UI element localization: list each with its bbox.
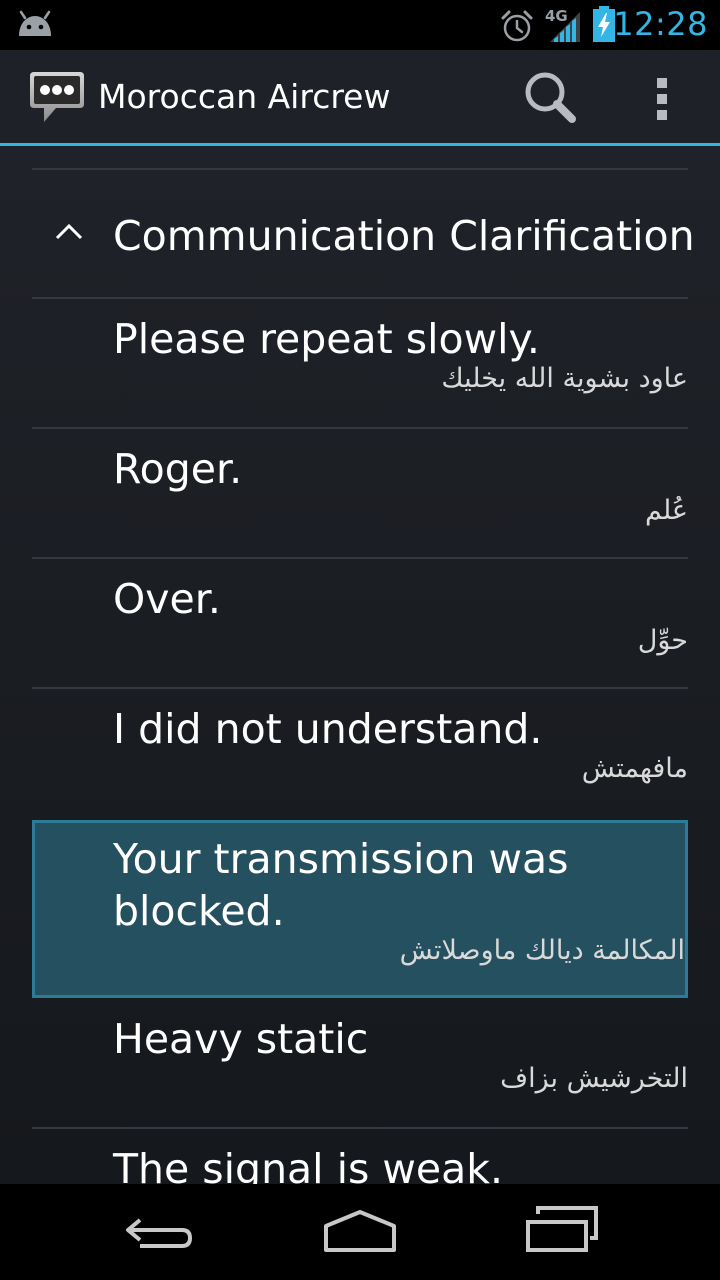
phrase-arabic: المكالمة ديالك ماوصلاتش (399, 935, 685, 966)
phrase-arabic: مافهمتش (581, 753, 688, 784)
list-item[interactable]: Heavy static التخرشيش بزاف (32, 999, 688, 1127)
phrase-arabic: عُلم (644, 495, 688, 526)
recents-icon[interactable] (522, 1200, 602, 1258)
home-icon[interactable] (318, 1204, 402, 1260)
list-item[interactable]: I did not understand. مافهمتش (32, 689, 688, 817)
phrase-english: Heavy static (113, 1015, 369, 1063)
phrase-english: Please repeat slowly. (113, 315, 540, 363)
alarm-icon (501, 10, 533, 42)
phrase-english: Roger. (113, 445, 243, 493)
list-item[interactable]: The signal is weak. (32, 1129, 688, 1184)
chevron-up-icon (55, 223, 83, 240)
status-clock: 12:28 (613, 5, 708, 43)
group-header[interactable]: Communication Clarification (32, 170, 695, 298)
app-title: Moroccan Aircrew (98, 77, 391, 116)
screen: 4G 12:28 Moroccan Aircrew Communication … (0, 0, 720, 1280)
android-icon (19, 10, 51, 36)
back-icon[interactable] (118, 1206, 198, 1258)
list-item[interactable]: Over. حوِّل (32, 559, 688, 687)
list-item-selected[interactable]: Your transmission was blocked. المكالمة … (32, 820, 688, 998)
chat-bubble-icon[interactable] (28, 70, 86, 126)
network-type: 4G (545, 7, 568, 25)
phrase-english: The signal is weak. (113, 1145, 504, 1184)
navigation-bar (0, 1184, 720, 1280)
phrase-english: Your transmission was blocked. (113, 835, 569, 935)
group-title: Communication Clarification (113, 212, 695, 260)
search-icon[interactable] (514, 64, 590, 130)
phrase-list[interactable]: Communication Clarification Please repea… (0, 146, 720, 1184)
phrase-english: I did not understand. (113, 705, 543, 753)
list-item[interactable]: Roger. عُلم (32, 429, 688, 557)
phrase-english: Over. (113, 575, 221, 623)
list-item[interactable]: Please repeat slowly. عاود بشوية الله يخ… (32, 299, 688, 427)
action-bar: Moroccan Aircrew (0, 50, 720, 143)
phrase-arabic: التخرشيش بزاف (500, 1063, 688, 1094)
phrase-arabic: حوِّل (637, 625, 688, 656)
status-bar: 4G 12:28 (0, 0, 720, 50)
overflow-menu-icon[interactable] (634, 64, 694, 130)
phrase-arabic: عاود بشوية الله يخليك (441, 363, 688, 394)
